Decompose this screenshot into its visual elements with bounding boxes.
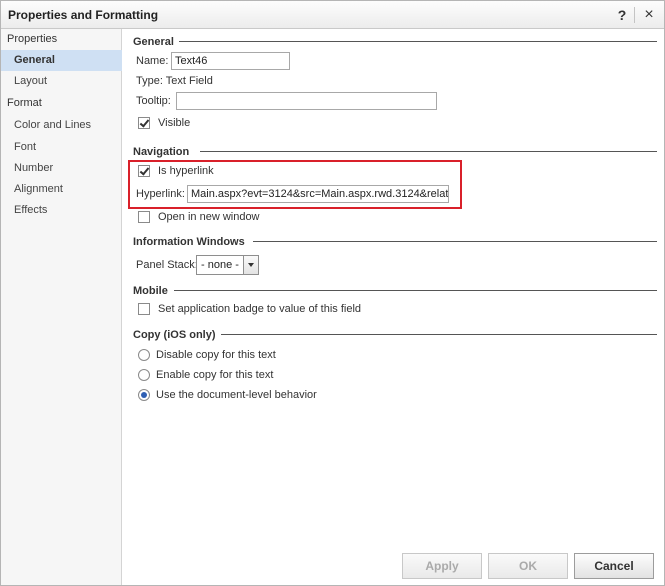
section-divider [200,151,657,152]
enable-copy-radio[interactable] [138,369,150,381]
sidebar-item-general[interactable]: General [1,50,122,71]
app-badge-label: Set application badge to value of this f… [158,303,362,315]
sidebar-category-properties: Properties [7,33,58,45]
section-divider [221,334,657,335]
sidebar-category-format: Format [7,97,42,109]
open-new-window-checkbox[interactable] [138,211,150,223]
section-heading-copy: Copy (iOS only) [133,329,216,341]
section-divider [179,41,657,42]
tooltip-input[interactable] [176,92,437,110]
section-divider [174,290,657,291]
properties-dialog: Properties and Formatting ? × Properties… [0,0,665,586]
sidebar-item-number[interactable]: Number [1,158,122,179]
disable-copy-label: Disable copy for this text [156,349,276,361]
visible-label: Visible [158,117,191,129]
section-heading-mobile: Mobile [133,285,168,297]
hyperlink-label: Hyperlink: [136,188,185,200]
sidebar-item-alignment[interactable]: Alignment [1,179,122,200]
sidebar-item-color-and-lines[interactable]: Color and Lines [1,115,122,136]
sidebar-item-effects[interactable]: Effects [1,200,122,221]
apply-button[interactable]: Apply [402,553,482,579]
type-label: Type: Text Field [136,75,213,87]
close-icon[interactable]: × [640,6,658,24]
document-level-label: Use the document-level behavior [156,389,317,401]
hyperlink-input[interactable]: Main.aspx?evt=3124&src=Main.aspx.rwd.312… [187,185,449,203]
section-heading-general: General [133,36,174,48]
panel-stack-select[interactable]: - none - [196,255,259,275]
sidebar: Properties General Layout Format Color a… [1,29,122,585]
section-heading-information-windows: Information Windows [133,236,245,248]
document-level-radio[interactable] [138,389,150,401]
section-heading-navigation: Navigation [133,146,190,158]
name-label: Name: [136,55,169,67]
cancel-button[interactable]: Cancel [574,553,654,579]
dialog-title: Properties and Formatting [8,8,159,22]
panel-stack-value: - none - [201,259,239,271]
help-button[interactable]: ? [613,6,631,24]
titlebar-divider [634,7,635,23]
ok-button[interactable]: OK [488,553,568,579]
panel-stack-label: Panel Stack: [136,259,198,271]
sidebar-item-font[interactable]: Font [1,137,122,158]
open-new-window-label: Open in new window [158,211,260,223]
app-badge-checkbox[interactable] [138,303,150,315]
enable-copy-label: Enable copy for this text [156,369,274,381]
is-hyperlink-label: Is hyperlink [158,165,214,177]
tooltip-label: Tooltip: [136,95,171,107]
main-panel: General Name: Text46 Type: Text Field To… [123,29,664,585]
is-hyperlink-checkbox[interactable] [138,165,150,177]
visible-checkbox[interactable] [138,117,150,129]
name-input[interactable]: Text46 [171,52,290,70]
sidebar-item-layout[interactable]: Layout [1,71,122,92]
title-bar: Properties and Formatting ? × [1,1,664,29]
section-divider [253,241,657,242]
disable-copy-radio[interactable] [138,349,150,361]
chevron-down-icon[interactable] [243,256,258,274]
